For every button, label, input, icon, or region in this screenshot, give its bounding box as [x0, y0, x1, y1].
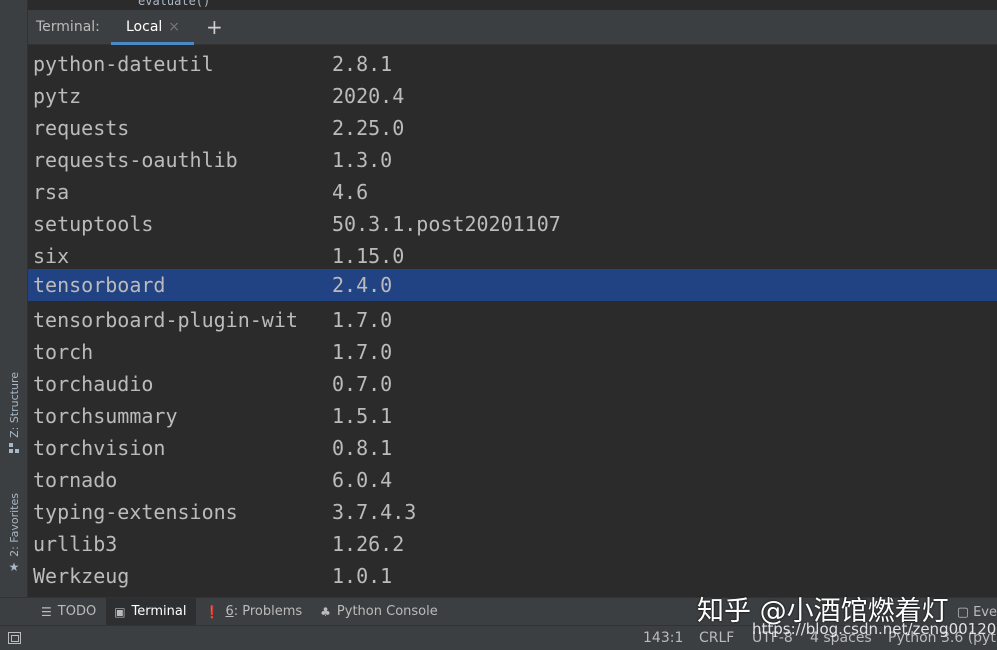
terminal-tool-label: Terminal [131, 604, 187, 619]
caret-position[interactable]: 143:1 [643, 630, 683, 646]
terminal-row-selected: tensorboard 2.4.0 [28, 269, 997, 301]
package-name: python-dateutil [33, 52, 214, 76]
package-name: Werkzeug [33, 564, 130, 588]
todo-label: TODO [57, 604, 97, 619]
terminal-row: torchaudio 0.7.0 [28, 368, 997, 400]
event-log-icon: ▢ [956, 604, 970, 620]
package-version: 1.3.0 [332, 148, 393, 172]
package-name: setuptools [33, 212, 154, 236]
package-name: requests-oauthlib [33, 148, 238, 172]
package-version: 4.6 [332, 180, 369, 204]
package-name: pytz [33, 84, 82, 108]
tab-local-label: Local [126, 19, 163, 35]
package-version: 0.7.0 [332, 372, 393, 396]
package-name: rsa [33, 180, 70, 204]
structure-icon [9, 442, 19, 453]
package-version: 2.8.1 [332, 52, 393, 76]
package-name: tensorboard [33, 273, 166, 297]
package-name: requests [33, 116, 130, 140]
terminal-row: Werkzeug 1.0.1 [28, 560, 997, 592]
package-version: 1.15.0 [332, 244, 405, 268]
package-name: torchsummary [33, 404, 178, 428]
left-tool-stripe: Z: Structure 2: Favorites ★ [0, 0, 28, 597]
package-name: typing-extensions [33, 500, 238, 524]
close-icon[interactable]: × [168, 19, 180, 35]
structure-label: Z: Structure [7, 372, 21, 438]
line-separator[interactable]: CRLF [699, 630, 734, 646]
favorites-label: 2: Favorites [7, 493, 21, 557]
terminal-row: requests 2.25.0 [28, 112, 997, 144]
package-name: six [33, 244, 70, 268]
terminal-row: urllib3 1.26.2 [28, 528, 997, 560]
terminal-row: torchvision 0.8.1 [28, 432, 997, 464]
package-name: torchaudio [33, 372, 154, 396]
terminal-row: typing-extensions 3.7.4.3 [28, 496, 997, 528]
terminal-tool-button[interactable]: ▣ Terminal [106, 597, 197, 626]
package-version: 1.7.0 [332, 308, 393, 332]
package-version: 0.8.1 [332, 436, 393, 460]
python-console-tool-button[interactable]: ♣ Python Console [312, 598, 448, 626]
problems-number: 6 [225, 604, 234, 619]
terminal-row: python-dateutil 2.8.1 [28, 48, 997, 80]
terminal-row: tornado 6.0.4 [28, 464, 997, 496]
layout-icon[interactable] [8, 632, 21, 644]
list-icon: ☰ [41, 604, 52, 619]
package-version: 1.5.1 [332, 404, 393, 428]
editor-remnant: evaluate() [28, 0, 997, 10]
package-name: torch [33, 340, 94, 364]
package-version: 6.0.4 [332, 468, 393, 492]
terminal-row: tensorboard-plugin-wit 1.7.0 [28, 304, 997, 336]
package-version: 2.25.0 [332, 116, 405, 140]
terminal-row: requests-oauthlib 1.3.0 [28, 144, 997, 176]
package-version: 2.4.0 [332, 273, 393, 297]
package-name: urllib3 [33, 532, 118, 556]
tab-local[interactable]: Local × [111, 10, 195, 45]
terminal-row: torch 1.7.0 [28, 336, 997, 368]
package-version: 1.26.2 [332, 532, 405, 556]
package-version: 50.3.1.post20201107 [332, 212, 561, 236]
terminal-title: Terminal: [36, 19, 100, 35]
terminal-header: Terminal: Local × + [28, 10, 997, 45]
package-name: tensorboard-plugin-wit [33, 308, 298, 332]
package-version: 3.7.4.3 [332, 500, 417, 524]
package-version: 1.7.0 [332, 340, 393, 364]
terminal-row: rsa 4.6 [28, 176, 997, 208]
terminal-row: six 1.15.0 [28, 240, 997, 272]
favorites-tool-button[interactable]: 2: Favorites ★ [3, 493, 25, 573]
package-name: tornado [33, 468, 118, 492]
python-console-label: Python Console [336, 604, 438, 619]
event-log-label: Eve [973, 604, 997, 620]
terminal-output[interactable]: python-dateutil 2.8.1 pytz 2020.4 reques… [28, 45, 997, 596]
todo-tool-button[interactable]: ☰ TODO [33, 598, 106, 626]
star-icon: ★ [8, 559, 20, 574]
package-version: 2020.4 [332, 84, 405, 108]
csdn-watermark: https://blog.csdn.net/zeng001201 [752, 620, 997, 638]
structure-tool-button[interactable]: Z: Structure [3, 372, 25, 453]
problems-tool-button[interactable]: ❗ 6: Problems [196, 598, 312, 626]
warning-icon: ❗ [204, 604, 220, 619]
new-tab-button[interactable]: + [206, 17, 223, 37]
problems-label: : Problems [233, 604, 303, 619]
package-name: torchvision [33, 436, 166, 460]
terminal-row: torchsummary 1.5.1 [28, 400, 997, 432]
editor-code-fragment: evaluate() [138, 0, 211, 8]
package-version: 1.0.1 [332, 564, 393, 588]
terminal-row: setuptools 50.3.1.post20201107 [28, 208, 997, 240]
python-icon: ♣ [320, 604, 331, 619]
terminal-row: pytz 2020.4 [28, 80, 997, 112]
terminal-icon: ▣ [114, 604, 126, 619]
